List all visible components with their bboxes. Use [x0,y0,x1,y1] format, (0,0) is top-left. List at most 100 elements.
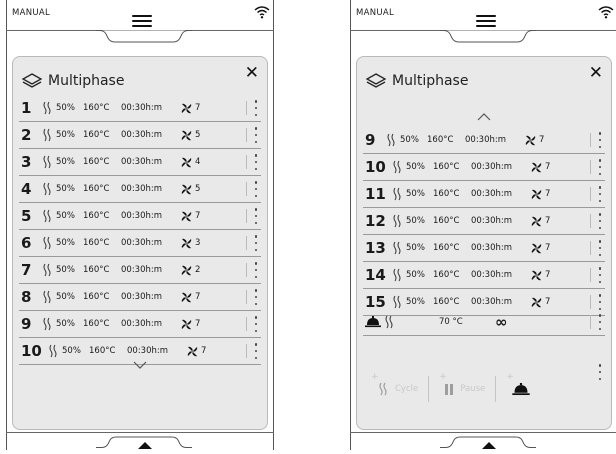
add-dome-button[interactable]: + [506,372,530,404]
more-icon[interactable] [253,180,259,198]
row-separator [246,317,247,331]
list-item[interactable]: 9 50% 160°C 00:30h:m 7 [19,311,261,338]
fan-icon [531,270,542,280]
phase-power: 50% [56,211,75,221]
more-icon[interactable] [253,261,259,279]
list-item[interactable]: 12 50% 160°C 00:30h:m 7 [363,208,605,235]
list-item[interactable]: 8 50% 160°C 00:30h:m 7 [19,284,261,311]
fan-icon [531,189,542,199]
action-bar: + Cycle + Pause + [363,364,605,409]
heat-icon [393,268,401,282]
list-item[interactable]: 6 50% 160°C 00:30h:m 3 [19,230,261,257]
heat-icon [49,344,57,358]
more-icon[interactable] [597,212,603,230]
list-item[interactable]: 9 50% 160°C 00:30h:m 7 [363,127,605,154]
phase-temp: 160°C [83,157,110,167]
plus-icon: + [506,372,514,382]
heat-icon [43,101,51,115]
phase-power: 50% [56,319,75,329]
cycle-button[interactable]: + Cycle [371,372,418,404]
list-item[interactable]: 3 50% 160°C 00:30h:m 4 [19,149,261,176]
phase-time: 00:30h:m [471,243,513,253]
phase-power: 50% [56,265,75,275]
phase-number: 3 [21,153,32,171]
dome-icon [365,316,381,328]
list-item[interactable]: 14 50% 160°C 00:30h:m 7 [363,262,605,289]
more-icon[interactable] [253,153,259,171]
phase-time: 00:30h:m [471,189,513,199]
more-icon[interactable] [253,207,259,225]
chevron-up-icon[interactable] [477,113,491,121]
row-separator [590,214,591,228]
menu-icon[interactable] [132,14,152,28]
row-separator [246,290,247,304]
list-item[interactable]: 70 °C ∞ [363,309,605,336]
phase-number: 10 [365,158,386,176]
phase-fan-speed: 7 [195,211,201,221]
triangle-up-icon[interactable] [138,442,152,449]
chevron-down-icon[interactable] [133,361,147,369]
list-item[interactable]: 11 50% 160°C 00:30h:m 7 [363,181,605,208]
panel-header: Multiphase [21,71,124,91]
phase-temp: 160°C [83,319,110,329]
phase-power: 50% [56,103,75,113]
more-icon[interactable] [597,363,603,381]
more-icon[interactable] [253,126,259,144]
close-icon[interactable]: ✕ [589,63,603,83]
heat-icon [393,160,401,174]
phase-temp: 160°C [83,184,110,194]
device-left: MANUAL Multiphase ✕ 1 50% 160°C 00:30h:m 7 2 5… [6,0,274,450]
row-separator [246,209,247,223]
list-item[interactable]: 4 50% 160°C 00:30h:m 5 [19,176,261,203]
row-separator [590,187,591,201]
phase-power: 50% [406,270,425,280]
more-icon[interactable] [253,288,259,306]
pause-button[interactable]: + Pause [439,372,485,404]
row-separator [246,101,247,115]
phase-time: 00:30h:m [121,238,163,248]
list-item[interactable]: 13 50% 160°C 00:30h:m 7 [363,235,605,262]
row-separator [590,315,591,329]
list-item[interactable]: 10 50% 160°C 00:30h:m 7 [363,154,605,181]
phase-temp: 160°C [433,270,460,280]
list-item[interactable]: 7 50% 160°C 00:30h:m 2 [19,257,261,284]
phase-time: 00:30h:m [121,292,163,302]
more-icon[interactable] [597,266,603,284]
heat-icon [43,236,51,250]
special-temp: 70 °C [439,317,463,327]
phase-number: 2 [21,126,32,144]
row-separator [590,241,591,255]
row-separator [590,295,591,309]
phase-power: 50% [406,297,425,307]
heat-icon [43,290,51,304]
more-icon[interactable] [253,315,259,333]
heat-icon [393,187,401,201]
fan-icon [531,162,542,172]
phase-list: 9 50% 160°C 00:30h:m 7 10 50% 160°C 00:30h:m 7 11 5… [363,127,605,316]
phase-number: 10 [21,342,42,360]
phase-fan-speed: 4 [195,157,201,167]
phase-power: 50% [56,238,75,248]
close-icon[interactable]: ✕ [245,63,259,83]
menu-icon[interactable] [476,14,496,28]
more-icon[interactable] [597,313,603,331]
more-icon[interactable] [597,131,603,149]
phase-time: 00:30h:m [121,265,163,275]
list-item[interactable]: 5 50% 160°C 00:30h:m 7 [19,203,261,230]
list-item[interactable]: 2 50% 160°C 00:30h:m 5 [19,122,261,149]
more-icon[interactable] [597,158,603,176]
fan-icon [531,297,542,307]
more-icon[interactable] [597,239,603,257]
mode-label: MANUAL [12,8,51,18]
triangle-up-icon[interactable] [482,442,496,449]
more-icon[interactable] [253,99,259,117]
more-icon[interactable] [253,342,259,360]
row-separator [246,155,247,169]
phase-fan-speed: 3 [195,238,201,248]
multiphase-panel: Multiphase ✕ 1 50% 160°C 00:30h:m 7 2 50% 160°C… [12,56,268,430]
heat-icon [43,263,51,277]
infinity-icon: ∞ [495,313,508,331]
more-icon[interactable] [597,185,603,203]
more-icon[interactable] [253,234,259,252]
list-item[interactable]: 1 50% 160°C 00:30h:m 7 [19,95,261,122]
